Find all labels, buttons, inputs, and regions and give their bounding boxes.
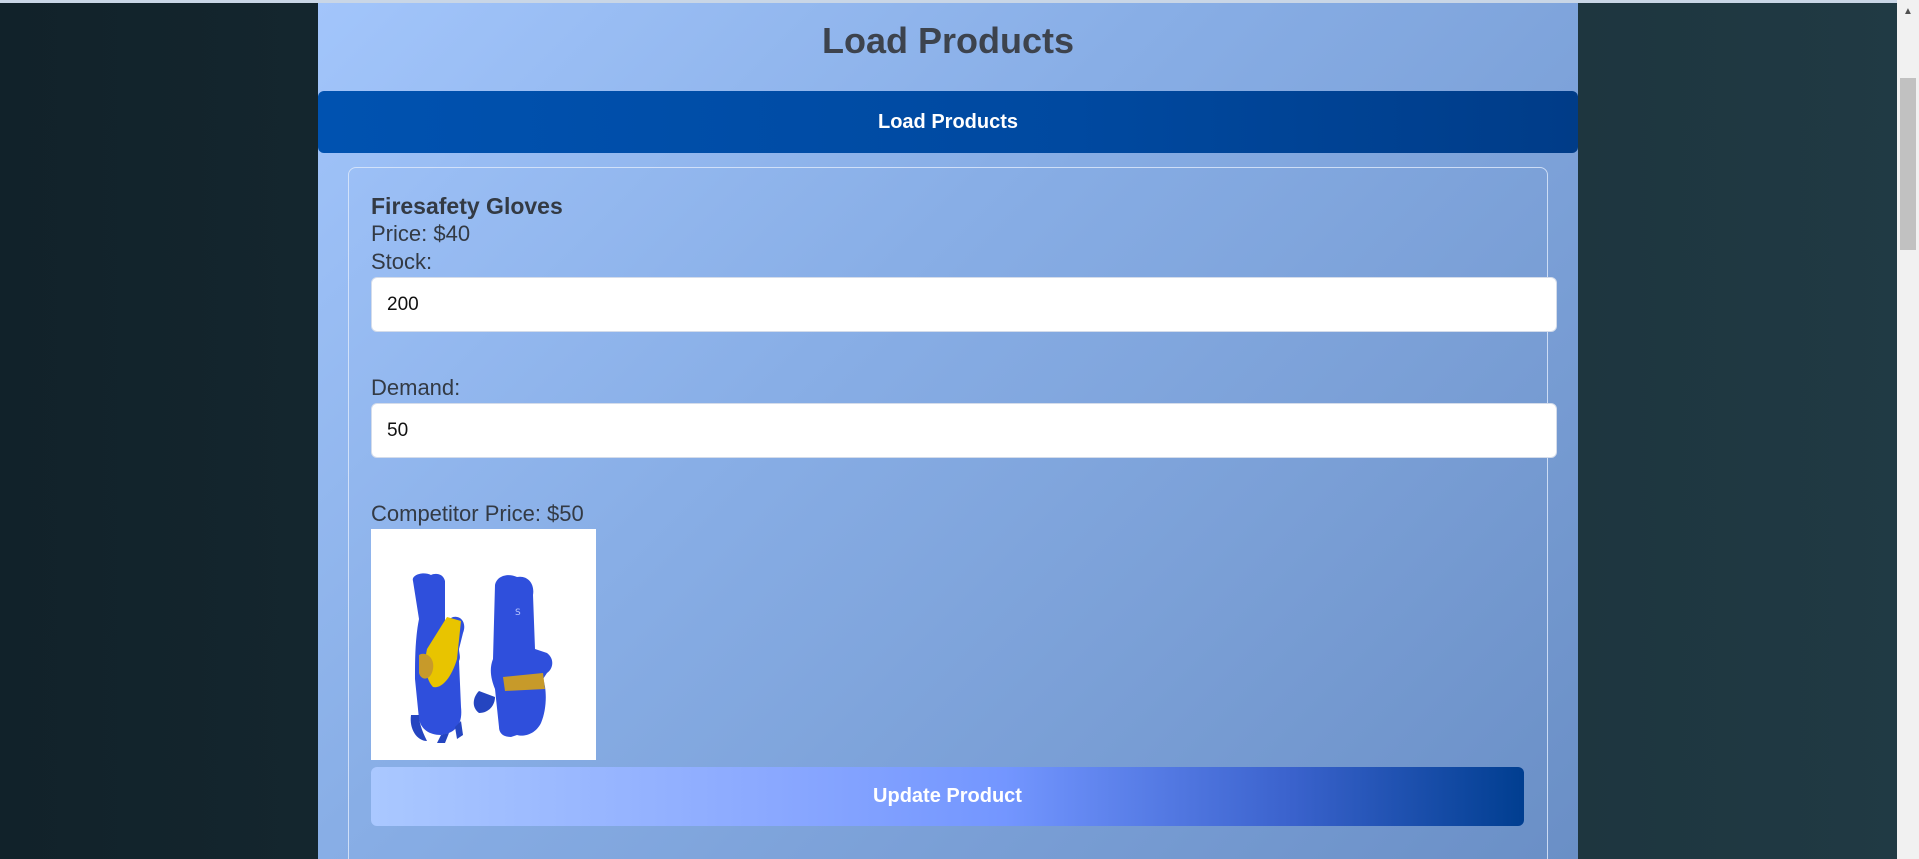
product-name: Firesafety Gloves (371, 193, 563, 219)
triangle-up-icon[interactable]: ▲ (1897, 0, 1919, 22)
demand-label: Demand: (371, 375, 461, 400)
gloves-image: S (410, 573, 553, 743)
product-card: Firesafety Gloves Price: $40 Stock: Dema… (348, 167, 1557, 859)
update-product-button[interactable]: Update Product (371, 767, 1524, 826)
page-title: Load Products (821, 20, 1075, 61)
left-glove-icon (410, 573, 465, 743)
main-panel: Load Products Load Products Firesafety G… (318, 3, 1578, 859)
right-glove-icon: S (473, 575, 553, 737)
vertical-scrollbar[interactable]: ▲ (1897, 0, 1919, 859)
stock-input[interactable] (371, 277, 1557, 332)
demand-input[interactable] (371, 403, 1557, 458)
product-image: S (371, 529, 596, 760)
stock-label: Stock: (371, 249, 433, 274)
competitor-price: Competitor Price: $50 (371, 501, 584, 526)
svg-text:S: S (515, 608, 521, 618)
load-products-button[interactable]: Load Products (318, 91, 1578, 153)
scroll-thumb[interactable] (1900, 78, 1916, 250)
product-price: Price: $40 (371, 221, 471, 246)
